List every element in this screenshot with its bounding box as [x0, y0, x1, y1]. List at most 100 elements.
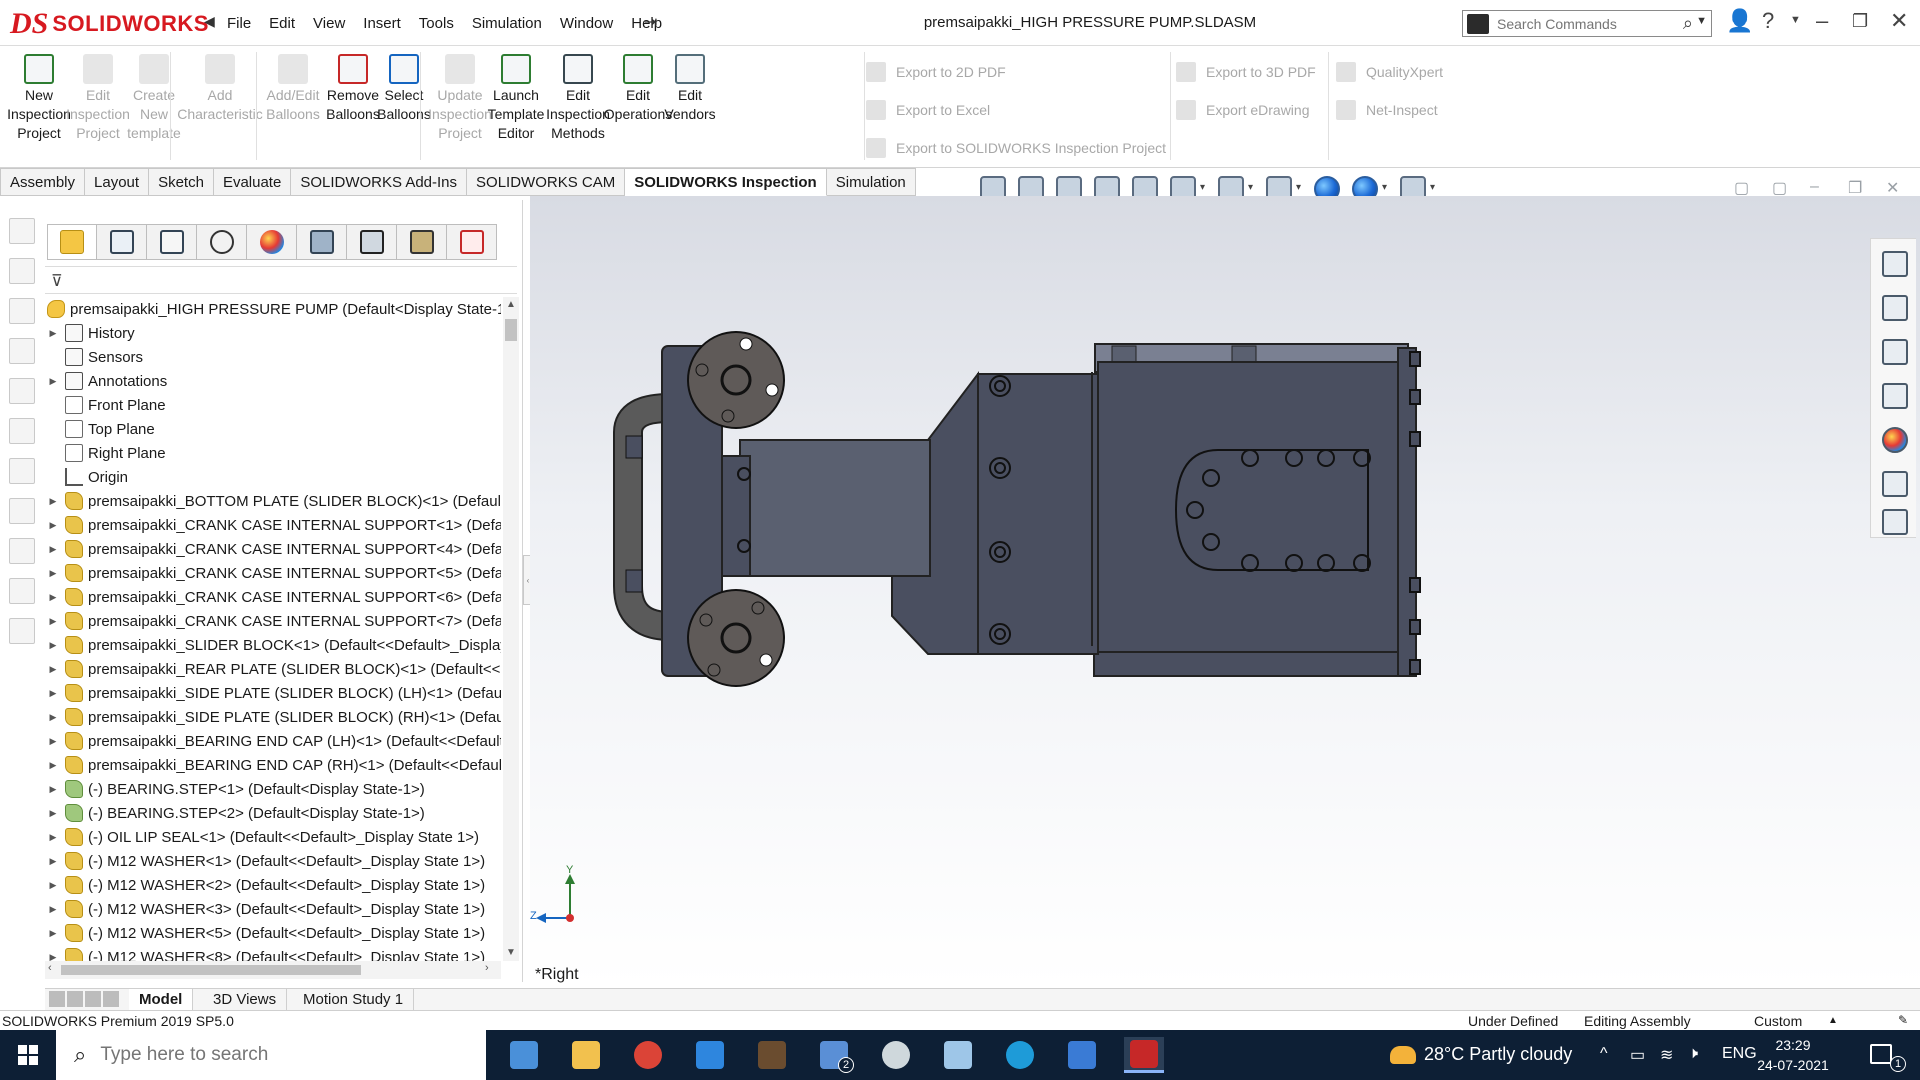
appearances-icon[interactable]	[1882, 427, 1908, 453]
tree-item[interactable]: ▶ premsaipakki_BOTTOM PLATE (SLIDER BLOCK…	[45, 489, 501, 513]
strip-tool-icon[interactable]	[9, 458, 35, 484]
tab-assembly[interactable]: Assembly	[0, 168, 86, 196]
tree-item[interactable]: ▶ premsaipakki_CRANK CASE INTERNAL SUPPOR…	[45, 609, 501, 633]
pin-menu-icon[interactable]: ⇥	[644, 12, 657, 32]
strip-tool-icon[interactable]	[9, 538, 35, 564]
viewport-tile-left-icon[interactable]: ▢	[1734, 178, 1749, 198]
search-commands-box[interactable]: ⌕ ▼	[1462, 10, 1712, 37]
strip-tool-icon[interactable]	[9, 578, 35, 604]
tab-evaluate[interactable]: Evaluate	[213, 168, 292, 196]
taskbar-app-mail[interactable]: 2	[814, 1037, 854, 1073]
menu-expand-arrow-icon[interactable]: ◀	[204, 13, 215, 30]
user-profile-icon[interactable]: 👤	[1726, 8, 1753, 34]
tree-item[interactable]: Origin	[45, 465, 501, 489]
taskbar-app-settings[interactable]	[876, 1037, 916, 1073]
tree-item[interactable]: Sensors	[45, 345, 501, 369]
network-icon[interactable]: ≋	[1660, 1045, 1673, 1065]
edit-inspection-methods-button[interactable]: Edit Inspection Methods	[544, 54, 612, 143]
tree-root-assembly[interactable]: premsaipakki_HIGH PRESSURE PUMP (Default…	[45, 297, 501, 321]
tab-feature-manager[interactable]	[47, 224, 97, 260]
filter-icon[interactable]: ⊽	[51, 271, 63, 291]
tree-item[interactable]: ▶ premsaipakki_CRANK CASE INTERNAL SUPPOR…	[45, 561, 501, 585]
tree-item[interactable]: ▶ premsaipakki_SIDE PLATE (SLIDER BLOCK) …	[45, 681, 501, 705]
scroll-down-icon[interactable]: ▼	[506, 947, 516, 958]
strip-tool-icon[interactable]	[9, 618, 35, 644]
tab-navigation-arrows[interactable]	[49, 991, 121, 1007]
expand-arrow-icon[interactable]: ▶	[45, 928, 61, 939]
tab-model[interactable]: Model	[129, 989, 194, 1011]
menu-window[interactable]: Window	[551, 15, 622, 32]
tab-solidworks-cam[interactable]: SOLIDWORKS CAM	[467, 168, 626, 196]
tab-cam-tool-manager[interactable]	[397, 224, 447, 260]
tree-item[interactable]: ▶ (-) M12 WASHER<1> (Default<<Default>_Di…	[45, 849, 501, 873]
strip-tool-icon[interactable]	[9, 258, 35, 284]
tab-simulation[interactable]: Simulation	[826, 168, 916, 196]
select-balloons-button[interactable]: Select Balloons	[374, 54, 434, 124]
feature-tree-horizontal-scrollbar[interactable]: ‹ ›	[45, 961, 501, 979]
design-library-icon[interactable]	[1882, 295, 1908, 321]
tab-layout[interactable]: Layout	[85, 168, 150, 196]
menu-insert[interactable]: Insert	[354, 15, 410, 32]
expand-arrow-icon[interactable]: ▶	[45, 736, 61, 747]
expand-arrow-icon[interactable]: ▶	[45, 784, 61, 795]
viewport-restore-icon[interactable]: ❐	[1848, 178, 1862, 198]
tree-item[interactable]: ▶ premsaipakki_SIDE PLATE (SLIDER BLOCK) …	[45, 705, 501, 729]
export-pdf3d-button[interactable]: Export to 3D PDF	[1176, 62, 1316, 82]
expand-arrow-icon[interactable]: ▶	[45, 376, 61, 387]
menu-tools[interactable]: Tools	[410, 15, 463, 32]
expand-arrow-icon[interactable]: ▶	[45, 640, 61, 651]
viewport-tile-right-icon[interactable]: ▢	[1772, 178, 1787, 198]
tree-item[interactable]: ▶ premsaipakki_CRANK CASE INTERNAL SUPPOR…	[45, 513, 501, 537]
solidworks-resources-icon[interactable]	[1882, 251, 1908, 277]
tree-item[interactable]: ▶ (-) BEARING.STEP<1> (Default<Display St…	[45, 777, 501, 801]
tab-solidworks-inspection[interactable]: SOLIDWORKS Inspection	[625, 168, 827, 196]
strip-tool-icon[interactable]	[9, 298, 35, 324]
feature-tree-vertical-scrollbar[interactable]: ▲ ▼	[503, 297, 519, 961]
horizontal-scroll-thumb[interactable]	[61, 965, 361, 975]
tab-cam-operation-manager[interactable]	[347, 224, 397, 260]
search-dropdown-icon[interactable]: ▼	[1696, 15, 1707, 27]
tab-configuration-manager[interactable]	[147, 224, 197, 260]
taskbar-app-folder[interactable]	[566, 1037, 606, 1073]
new-inspection-project-button[interactable]: New Inspection Project	[4, 54, 74, 143]
action-center-icon[interactable]	[1870, 1044, 1892, 1064]
clock[interactable]: 23:29 24-07-2021	[1748, 1035, 1838, 1075]
expand-arrow-icon[interactable]: ▶	[45, 688, 61, 699]
tree-item[interactable]: ▶ premsaipakki_CRANK CASE INTERNAL SUPPOR…	[45, 585, 501, 609]
update-inspection-project-button[interactable]: Update Inspection Project	[428, 54, 492, 143]
export-excel-button[interactable]: Export to Excel	[866, 100, 990, 120]
tree-item[interactable]: ▶ premsaipakki_BEARING END CAP (RH)<1> (D…	[45, 753, 501, 777]
viewport-close-icon[interactable]: ✕	[1886, 178, 1899, 198]
tree-item[interactable]: ▶ Annotations	[45, 369, 501, 393]
expand-arrow-icon[interactable]: ▶	[45, 832, 61, 843]
taskbar-app-pictures[interactable]	[1062, 1037, 1102, 1073]
tree-item[interactable]: ▶ premsaipakki_CRANK CASE INTERNAL SUPPOR…	[45, 537, 501, 561]
weather-widget[interactable]: 28°C Partly cloudy	[1390, 1044, 1572, 1065]
expand-arrow-icon[interactable]: ▶	[45, 592, 61, 603]
search-commands-input[interactable]	[1497, 15, 1677, 32]
export-edrawing-button[interactable]: Export eDrawing	[1176, 100, 1310, 120]
windows-start-icon[interactable]	[18, 1045, 38, 1065]
tree-item[interactable]: Front Plane	[45, 393, 501, 417]
expand-arrow-icon[interactable]: ▶	[45, 568, 61, 579]
tab-3d-views[interactable]: 3D Views	[203, 989, 288, 1011]
status-units[interactable]: Custom	[1754, 1013, 1802, 1029]
strip-tool-icon[interactable]	[9, 218, 35, 244]
expand-arrow-icon[interactable]: ▶	[45, 544, 61, 555]
vertical-scroll-thumb[interactable]	[505, 319, 517, 341]
tab-inspection-manager[interactable]	[447, 224, 497, 260]
edit-vendors-button[interactable]: Edit Vendors	[660, 54, 720, 124]
taskbar-app-app[interactable]	[938, 1037, 978, 1073]
taskbar-app-sync[interactable]	[690, 1037, 730, 1073]
expand-arrow-icon[interactable]: ▶	[45, 328, 61, 339]
scroll-up-icon[interactable]: ▲	[506, 299, 516, 310]
scroll-right-icon[interactable]: ›	[485, 962, 489, 974]
tab-cam-feature-manager[interactable]	[297, 224, 347, 260]
launch-template-editor-button[interactable]: Launch Template Editor	[484, 54, 548, 143]
tab-motion-study-1[interactable]: Motion Study 1	[293, 989, 415, 1011]
expand-arrow-icon[interactable]: ▶	[45, 664, 61, 675]
strip-tool-icon[interactable]	[9, 338, 35, 364]
taskbar-app-game[interactable]	[752, 1037, 792, 1073]
tab-display-manager[interactable]	[247, 224, 297, 260]
menu-file[interactable]: File	[218, 15, 260, 32]
